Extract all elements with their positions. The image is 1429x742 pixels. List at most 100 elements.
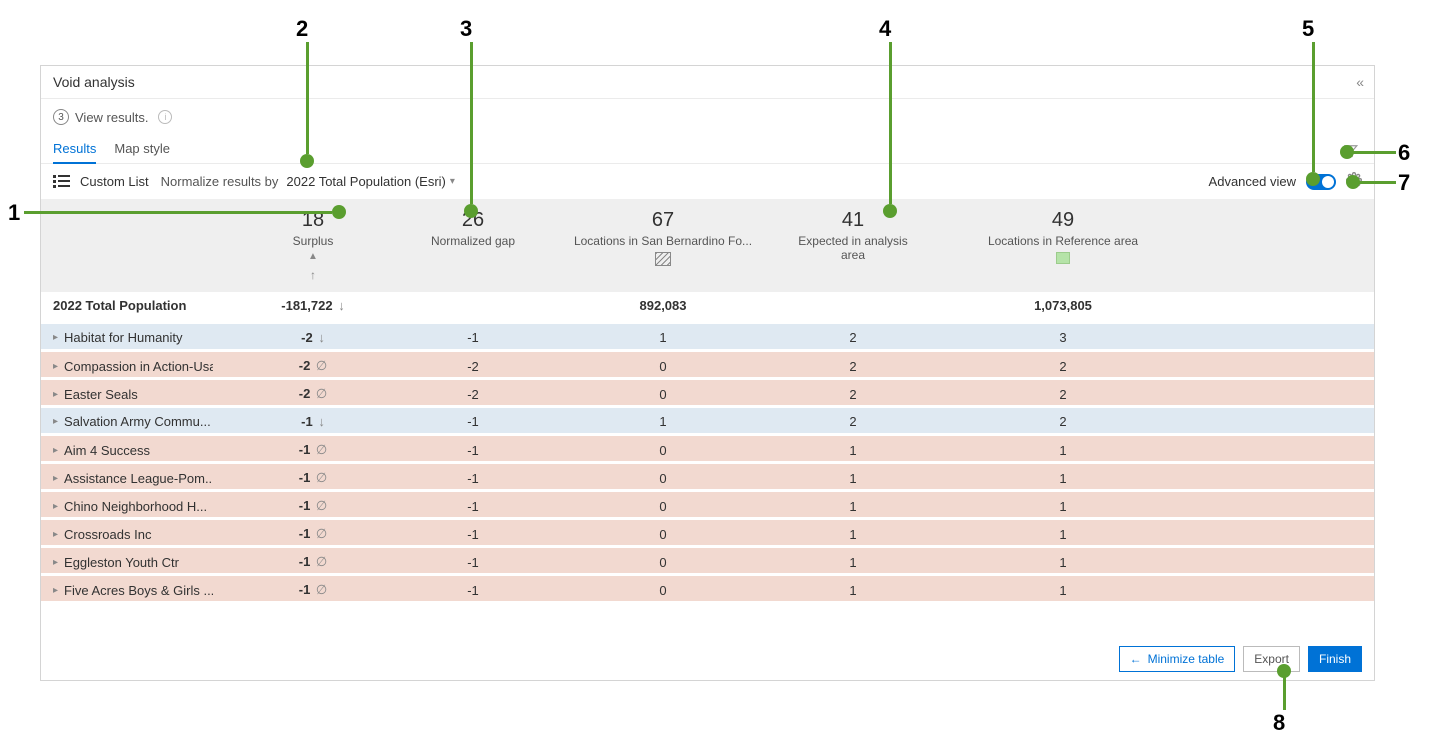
- footer: ←Minimize table Export Finish: [1119, 646, 1362, 672]
- table-row[interactable]: ▸Eggleston Youth Ctr-1 ∅-1011: [41, 545, 1374, 573]
- expand-icon[interactable]: ▸: [53, 416, 58, 427]
- col-surplus[interactable]: 18 Surplus ▲ ↑: [213, 209, 413, 282]
- callout-8-line: [1283, 676, 1286, 710]
- callout-5-line: [1312, 42, 1315, 172]
- col-locs-analysis[interactable]: 67 Locations in San Bernardino Fo...: [533, 209, 793, 269]
- hatch-swatch-icon: [655, 252, 671, 266]
- row-status-icon: ↓: [318, 414, 325, 429]
- finish-button[interactable]: Finish: [1308, 646, 1362, 672]
- sort-asc-icon: ▲: [308, 251, 318, 262]
- normalize-select[interactable]: 2022 Total Population (Esri) ▾: [286, 174, 455, 189]
- normalize-value: 2022 Total Population (Esri): [286, 174, 445, 189]
- row-normgap: -1: [413, 527, 533, 542]
- expand-icon[interactable]: ▸: [53, 585, 58, 596]
- totals-loc-reference: 1,073,805: [913, 298, 1213, 313]
- row-loc-reference: 1: [913, 499, 1213, 514]
- callout-3-dot: [464, 204, 478, 218]
- row-loc-reference: 1: [913, 583, 1213, 598]
- row-surplus: -1: [299, 442, 311, 457]
- minimize-label: Minimize table: [1148, 652, 1225, 666]
- step-header: 3 View results. i: [41, 99, 1374, 129]
- table-row[interactable]: ▸Chino Neighborhood H...-1 ∅-1011: [41, 489, 1374, 517]
- green-swatch-icon: [1056, 252, 1070, 264]
- expand-icon[interactable]: ▸: [53, 445, 58, 456]
- row-surplus: -2: [299, 358, 311, 373]
- row-status-icon: ∅: [316, 470, 327, 485]
- row-expected: 1: [793, 527, 913, 542]
- advanced-view-label: Advanced view: [1209, 174, 1296, 189]
- minimize-table-button[interactable]: ←Minimize table: [1119, 646, 1236, 672]
- tab-map-style[interactable]: Map style: [114, 135, 170, 163]
- expand-icon[interactable]: ▸: [53, 557, 58, 568]
- table-row[interactable]: ▸Five Acres Boys & Girls ...-1 ∅-1011: [41, 573, 1374, 601]
- row-status-icon: ∅: [316, 386, 327, 401]
- row-loc-analysis: 0: [533, 359, 793, 374]
- row-status-icon: ∅: [316, 442, 327, 457]
- row-name: Five Acres Boys & Girls ...: [64, 583, 213, 598]
- row-loc-reference: 2: [913, 359, 1213, 374]
- expand-icon[interactable]: ▸: [53, 473, 58, 484]
- table-row[interactable]: ▸Habitat for Humanity-2 ↓-1123: [41, 321, 1374, 349]
- row-normgap: -2: [413, 359, 533, 374]
- toolbar: Custom List Normalize results by 2022 To…: [41, 164, 1374, 199]
- expand-icon[interactable]: ▸: [53, 501, 58, 512]
- callout-5: 5: [1302, 16, 1314, 42]
- row-status-icon: ∅: [316, 526, 327, 541]
- row-expected: 2: [793, 359, 913, 374]
- callout-1-dot: [332, 205, 346, 219]
- callout-6-dot: [1340, 145, 1354, 159]
- row-loc-reference: 1: [913, 527, 1213, 542]
- tab-results[interactable]: Results: [53, 135, 96, 164]
- totals-loc-analysis: 892,083: [533, 298, 793, 313]
- collapse-icon[interactable]: «: [1356, 74, 1362, 90]
- callout-7: 7: [1398, 170, 1410, 196]
- table-row[interactable]: ▸Aim 4 Success-1 ∅-1011: [41, 433, 1374, 461]
- info-icon[interactable]: i: [158, 110, 172, 124]
- row-loc-analysis: 0: [533, 443, 793, 458]
- row-loc-analysis: 1: [533, 330, 793, 345]
- row-normgap: -1: [413, 499, 533, 514]
- row-normgap: -1: [413, 471, 533, 486]
- row-name: Easter Seals: [64, 387, 138, 402]
- expand-icon[interactable]: ▸: [53, 529, 58, 540]
- table-row[interactable]: ▸Easter Seals-2 ∅-2022: [41, 377, 1374, 405]
- row-normgap: -1: [413, 443, 533, 458]
- row-status-icon: ↓: [318, 330, 325, 345]
- col-locs-reference-label: Locations in Reference area: [913, 234, 1213, 248]
- rows-container[interactable]: ▸Habitat for Humanity-2 ↓-1123▸Compassio…: [41, 321, 1374, 661]
- custom-list-label[interactable]: Custom List: [80, 174, 149, 189]
- table-row[interactable]: ▸Compassion in Action-Usa-2 ∅-2022: [41, 349, 1374, 377]
- row-loc-analysis: 0: [533, 527, 793, 542]
- callout-2-line: [306, 42, 309, 154]
- callout-6: 6: [1398, 140, 1410, 166]
- row-name: Eggleston Youth Ctr: [64, 555, 179, 570]
- col-expected[interactable]: 41 Expected in analysis area: [793, 209, 913, 263]
- table-row[interactable]: ▸Crossroads Inc-1 ∅-1011: [41, 517, 1374, 545]
- expand-icon[interactable]: ▸: [53, 332, 58, 343]
- expand-icon[interactable]: ▸: [53, 389, 58, 400]
- callout-6-line: [1352, 151, 1396, 154]
- row-normgap: -1: [413, 330, 533, 345]
- callout-3-line: [470, 42, 473, 204]
- callout-3: 3: [460, 16, 472, 42]
- expand-icon[interactable]: ▸: [53, 361, 58, 372]
- row-expected: 1: [793, 443, 913, 458]
- arrow-down-icon: ↓: [338, 298, 345, 313]
- row-expected: 2: [793, 414, 913, 429]
- row-loc-analysis: 1: [533, 414, 793, 429]
- row-surplus: -1: [299, 554, 311, 569]
- callout-2-dot: [300, 154, 314, 168]
- row-loc-reference: 1: [913, 443, 1213, 458]
- col-locs-reference[interactable]: 49 Locations in Reference area: [913, 209, 1213, 267]
- step-label: View results.: [75, 110, 148, 125]
- custom-list-icon[interactable]: [53, 175, 70, 188]
- row-normgap: -1: [413, 414, 533, 429]
- row-name: Compassion in Action-Usa: [64, 359, 213, 374]
- row-normgap: -1: [413, 555, 533, 570]
- table-row[interactable]: ▸Assistance League-Pom...-1 ∅-1011: [41, 461, 1374, 489]
- row-name: Assistance League-Pom...: [64, 471, 213, 486]
- table-row[interactable]: ▸Salvation Army Commu...-1 ↓-1122: [41, 405, 1374, 433]
- export-button[interactable]: Export: [1243, 646, 1300, 672]
- row-loc-reference: 1: [913, 555, 1213, 570]
- callout-5-dot: [1306, 172, 1320, 186]
